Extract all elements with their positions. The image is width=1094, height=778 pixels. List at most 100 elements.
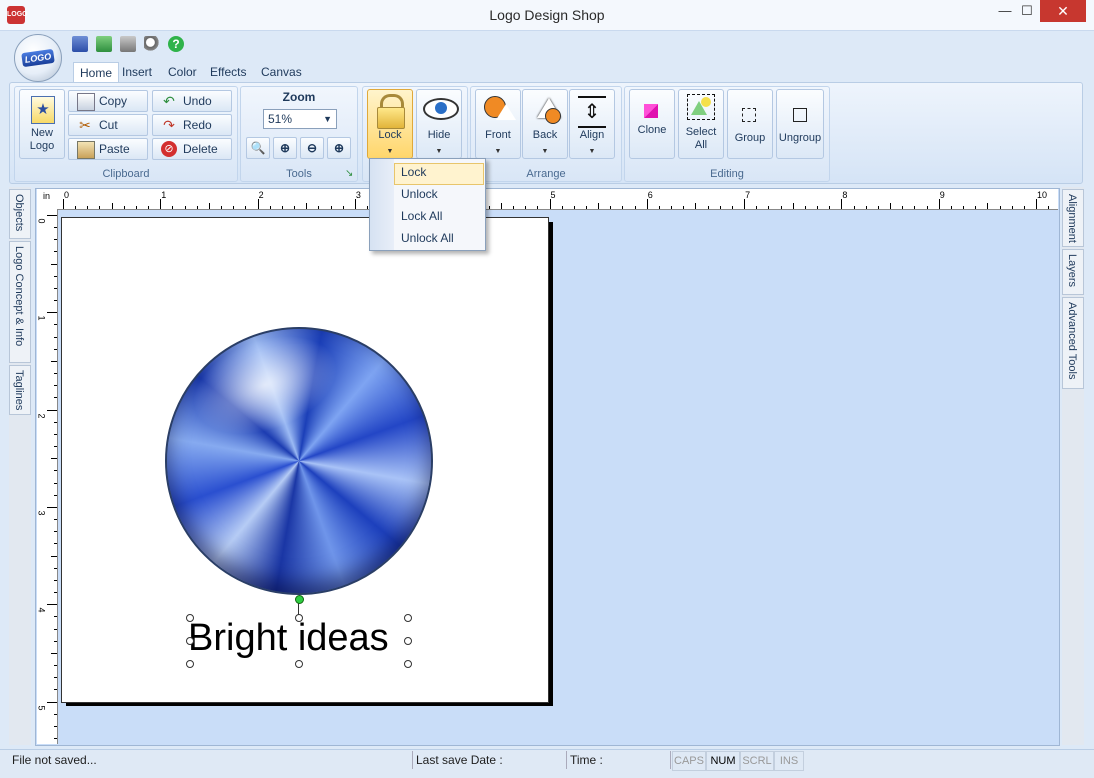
dialog-launcher-icon[interactable]: ↘ xyxy=(345,169,355,179)
ruler-tick xyxy=(744,199,746,209)
app-menu-orb[interactable]: LOGO xyxy=(14,34,62,82)
menu-item-unlock[interactable]: Unlock xyxy=(401,187,438,201)
group-label-arrange: Arrange xyxy=(526,168,566,180)
save-icon[interactable] xyxy=(72,36,88,52)
ruler-tick xyxy=(1023,206,1025,209)
vruler-tick xyxy=(54,579,57,581)
vruler-tick xyxy=(54,385,57,387)
ruler-tick xyxy=(87,206,89,209)
redo-button[interactable]: ↷ Redo xyxy=(152,114,232,136)
back-circle-icon xyxy=(545,108,561,124)
new-logo-button[interactable]: ★ New Logo xyxy=(19,89,65,159)
ruler-tick xyxy=(537,206,539,209)
resize-handle[interactable] xyxy=(404,660,412,668)
tab-home[interactable]: Home xyxy=(73,62,120,83)
ungroup-button[interactable]: Ungroup xyxy=(776,89,824,159)
ruler-tick xyxy=(221,206,223,209)
vruler-tick xyxy=(54,482,57,484)
tab-layers[interactable]: Layers xyxy=(1062,249,1084,295)
select-all-button[interactable]: Select All xyxy=(678,89,724,159)
resize-handle[interactable] xyxy=(186,637,194,645)
hide-label: Hide xyxy=(427,129,451,141)
tab-alignment[interactable]: Alignment xyxy=(1062,189,1084,247)
ruler-tick xyxy=(500,203,502,209)
menu-item-lock[interactable]: Lock xyxy=(401,165,426,179)
tab-taglines[interactable]: Taglines xyxy=(9,365,31,415)
hide-dropdown-icon: ▼ xyxy=(435,148,443,155)
vruler-tick xyxy=(54,640,57,642)
ruler-tick xyxy=(63,199,64,209)
zoom-out-button[interactable]: ⊖ xyxy=(300,137,324,159)
menu-item-unlock-all[interactable]: Unlock All xyxy=(401,231,454,245)
tab-advanced-tools[interactable]: Advanced Tools xyxy=(1062,297,1084,389)
tagline-text[interactable]: Bright ideas xyxy=(188,617,389,660)
zoom-actual-button[interactable]: ⊕ xyxy=(327,137,351,159)
status-file: File not saved... xyxy=(8,751,413,769)
vertical-ruler: 0 1 2 3 4 5 xyxy=(37,209,58,744)
close-button[interactable]: ✕ xyxy=(1040,0,1086,22)
lock-button[interactable]: Lock ▼ xyxy=(367,89,413,159)
back-button[interactable]: Back ▼ xyxy=(522,89,568,159)
tab-effects[interactable]: Effects xyxy=(204,62,252,82)
vruler-tick xyxy=(54,275,57,277)
tab-insert[interactable]: Insert xyxy=(116,62,158,82)
copy-button[interactable]: Copy xyxy=(68,90,148,112)
group-icon xyxy=(742,108,756,122)
ruler-tick xyxy=(160,199,162,209)
print-icon[interactable] xyxy=(120,36,136,52)
tab-color[interactable]: Color xyxy=(162,62,203,82)
ruler-tick xyxy=(707,206,709,209)
print-preview-icon[interactable] xyxy=(144,36,160,52)
ruler-tick xyxy=(549,199,551,209)
resize-handle[interactable] xyxy=(295,660,303,668)
help-icon[interactable]: ? xyxy=(168,36,184,52)
ruler-tick xyxy=(184,206,186,209)
menu-item-lock-all[interactable]: Lock All xyxy=(401,209,442,223)
rotation-handle[interactable] xyxy=(295,595,304,604)
copy-icon xyxy=(77,93,95,111)
zoom-fit-button[interactable]: 🔍 xyxy=(246,137,270,159)
ruler-tick xyxy=(330,206,332,209)
tab-taglines-label: Taglines xyxy=(13,370,25,411)
tab-advanced-tools-label: Advanced Tools xyxy=(1066,302,1078,380)
resize-handle[interactable] xyxy=(186,660,194,668)
tab-objects[interactable]: Objects xyxy=(9,189,31,239)
clone-button[interactable]: Clone xyxy=(629,89,675,159)
ruler-tick xyxy=(488,206,490,209)
ruler-tick xyxy=(902,206,904,209)
resize-handle[interactable] xyxy=(186,614,194,622)
tab-canvas[interactable]: Canvas xyxy=(255,62,308,82)
vruler-tick xyxy=(54,251,57,253)
tab-logo-concept[interactable]: Logo Concept & Info xyxy=(9,241,31,363)
copy-label: Copy xyxy=(99,94,128,108)
ruler-tick-label: 7 xyxy=(745,190,751,200)
hide-button[interactable]: Hide ▼ xyxy=(416,89,462,159)
save-as-icon[interactable] xyxy=(96,36,112,52)
vruler-tick xyxy=(54,433,57,435)
clone-label: Clone xyxy=(637,124,667,136)
back-label: Back xyxy=(532,129,558,141)
group-button[interactable]: Group xyxy=(727,89,773,159)
redo-icon: ↷ xyxy=(163,117,175,133)
zoom-in-button[interactable]: ⊕ xyxy=(273,137,297,159)
scissors-icon: ✂ xyxy=(79,117,91,133)
ruler-tick xyxy=(196,206,198,209)
vruler-tick xyxy=(54,348,57,350)
ruler-tick xyxy=(342,206,344,209)
zoom-select[interactable]: 51% ▼ xyxy=(263,109,337,129)
ruler-tick xyxy=(306,203,308,209)
paste-button[interactable]: Paste xyxy=(68,138,148,160)
front-button[interactable]: Front ▼ xyxy=(475,89,521,159)
delete-button[interactable]: ⊘ Delete xyxy=(152,138,232,160)
vruler-tick xyxy=(47,215,57,216)
undo-button[interactable]: ↶ Undo xyxy=(152,90,232,112)
resize-handle[interactable] xyxy=(404,637,412,645)
resize-handle[interactable] xyxy=(404,614,412,622)
vruler-tick-label: 3 xyxy=(36,510,47,516)
vruler-tick xyxy=(51,458,57,460)
restore-button[interactable]: ☐ xyxy=(1012,0,1042,22)
align-button[interactable]: ⇕ Align ▼ xyxy=(569,89,615,159)
cut-button[interactable]: ✂ Cut xyxy=(68,114,148,136)
resize-handle[interactable] xyxy=(295,614,303,622)
group-label-tools: Tools xyxy=(286,168,312,180)
